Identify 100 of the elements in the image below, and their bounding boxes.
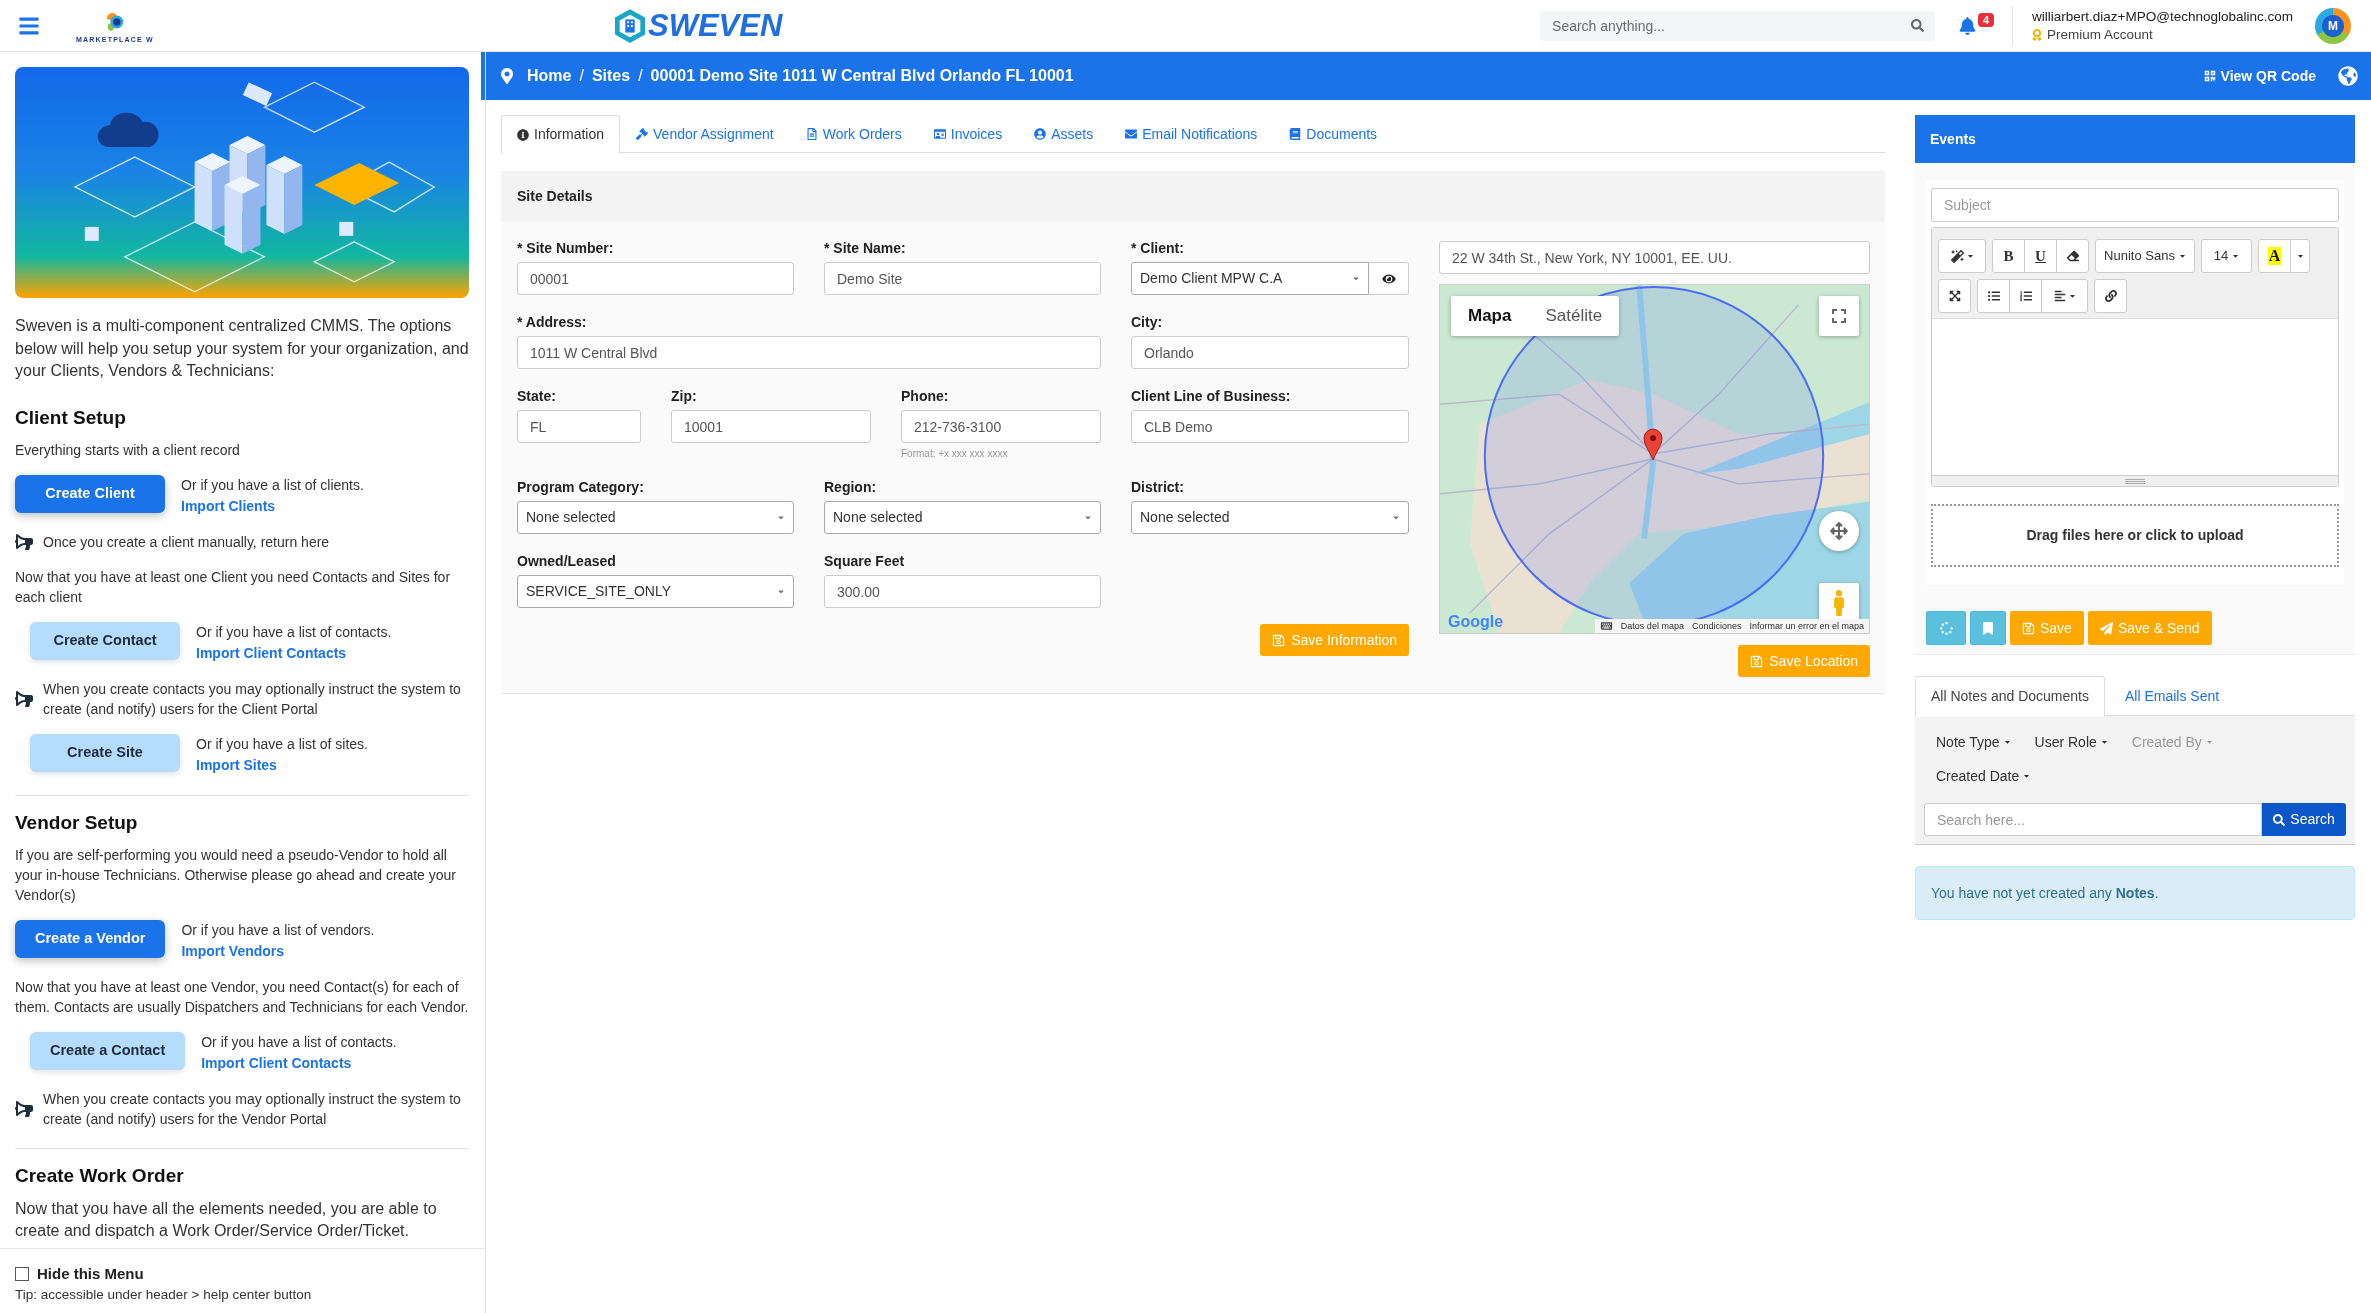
text-field[interactable]: 00001 <box>517 262 794 295</box>
color-menu-button[interactable] <box>2290 239 2310 273</box>
caret-icon <box>2232 252 2240 260</box>
search-icon <box>1911 19 1925 32</box>
tab[interactable]: Assets <box>1018 115 1110 153</box>
field-label: Client Line of Business: <box>1131 388 1292 405</box>
breadcrumb-separator: / <box>579 66 584 86</box>
caret-icon <box>2023 772 2031 780</box>
book-icon <box>1289 128 1302 140</box>
help-text: Now that you have at least one Vendor, you need Contact(s) for each of them. Contacts are usually Dispatchers and Technicians for each Vendor. <box>15 977 469 1017</box>
map-type-tab[interactable]: Mapa <box>1451 296 1529 336</box>
filter-dropdown[interactable]: Created Date <box>1924 759 2043 793</box>
notifications-button[interactable]: 4 <box>1959 9 2002 42</box>
align-dropdown[interactable] <box>2041 279 2088 313</box>
search-button[interactable]: Search <box>2262 803 2346 836</box>
subject-field[interactable]: Subject <box>1931 188 2339 222</box>
highlight-button[interactable]: A <box>2258 239 2291 273</box>
filter-dropdown[interactable]: User Role <box>2022 725 2120 759</box>
font-dropdown[interactable]: Nunito Sans <box>2095 239 2195 273</box>
fullscreen-button[interactable] <box>1938 279 1971 313</box>
resize-handle[interactable] <box>1932 475 2338 486</box>
style-dropdown[interactable] <box>1938 239 1986 273</box>
tab[interactable]: Invoices <box>917 115 1019 153</box>
text-field[interactable]: 10001 <box>671 410 871 443</box>
filter-dropdown[interactable]: Note Type <box>1924 725 2023 759</box>
text-field[interactable]: Orlando <box>1131 336 1409 369</box>
dropdown[interactable]: SERVICE_SITE_ONLY <box>517 575 794 608</box>
field-label: Owned/Leased <box>517 553 617 570</box>
breadcrumb-link[interactable]: Home <box>527 64 572 88</box>
eraser-icon <box>2066 250 2079 262</box>
create-button[interactable]: Create a Vendor <box>15 919 166 958</box>
dropdown[interactable]: Demo Client MPW C.A <box>1131 262 1369 295</box>
clear-format-button[interactable] <box>2056 239 2089 273</box>
tab[interactable]: All Emails Sent <box>2104 676 2240 716</box>
create-button[interactable]: Create Contact <box>30 621 180 660</box>
text-field[interactable]: CLB Demo <box>1131 410 1409 443</box>
checkbox[interactable] <box>15 1267 29 1281</box>
tab[interactable]: Vendor Assignment <box>620 115 790 153</box>
caret-icon <box>777 513 785 522</box>
bullet-list-button[interactable] <box>1977 279 2010 313</box>
map-type-tab[interactable]: Satélite <box>1528 296 1620 336</box>
globe-icon <box>2338 66 2358 86</box>
grip-icon <box>2125 478 2145 484</box>
notice-text: When you create contacts you may optionally instruct the system to create (and notify) users for the Client Portal <box>43 679 462 719</box>
field-label: Region: <box>824 479 878 496</box>
import-link[interactable]: Import Client Contacts <box>196 642 392 664</box>
create-button[interactable]: Create Client <box>15 474 165 513</box>
create-button[interactable]: Create Site <box>30 733 180 772</box>
import-link[interactable]: Import Client Contacts <box>201 1052 397 1074</box>
dropdown[interactable]: None selected <box>824 501 1101 534</box>
address-field[interactable]: 22 W 34th St., New York, NY 10001, EE. UU. <box>1439 241 1870 274</box>
text-field[interactable]: 212-736-3100 <box>901 410 1101 443</box>
caret-icon <box>2068 292 2076 300</box>
id-card-icon <box>933 128 946 140</box>
text-field[interactable]: Demo Site <box>824 262 1101 295</box>
qr-code-link[interactable]: View QR Code <box>2203 65 2316 87</box>
link-button[interactable] <box>2094 279 2127 313</box>
search-field[interactable]: Search anything... <box>1540 10 1901 41</box>
text-field[interactable]: 1011 W Central Blvd <box>517 336 1101 369</box>
tab[interactable]: Work Orders <box>789 115 918 153</box>
map-drawing[interactable]: Mapa Satélite Google Datos del mapa Condiciones Informar un error en el mapa <box>1439 284 1870 634</box>
import-link[interactable]: Import Clients <box>181 495 364 517</box>
dropdown[interactable]: None selected <box>1131 501 1409 534</box>
avatar[interactable]: M <box>2315 7 2351 44</box>
numbered-list-button[interactable] <box>2009 279 2042 313</box>
underline-button[interactable]: U <box>2024 239 2057 273</box>
bold-button[interactable]: B <box>1992 239 2025 273</box>
expand-arrows-icon <box>1948 290 1961 302</box>
numbered-list-icon <box>2019 290 2032 302</box>
panel-header: Site Details <box>501 171 1885 222</box>
field-label: * Client: <box>1131 240 1185 257</box>
breadcrumb-link[interactable]: Sites <box>591 64 631 88</box>
map-pin-icon <box>501 68 513 84</box>
tab[interactable]: Information <box>501 115 621 154</box>
search-button[interactable] <box>1900 10 1936 41</box>
tab[interactable]: All Notes and Documents <box>1915 676 2105 717</box>
field-label: * Address: <box>517 314 588 331</box>
search-field[interactable]: Search here... <box>1924 803 2262 836</box>
view-button[interactable] <box>1369 262 1409 295</box>
text-field[interactable]: FL <box>517 410 641 443</box>
upload-dropzone[interactable]: Drag files here or click to upload <box>1931 504 2339 567</box>
map-attribution-link[interactable]: Informar un error en el mapa <box>1749 620 1864 632</box>
caret-icon <box>2178 252 2186 260</box>
tab[interactable]: Email Notifications <box>1109 115 1274 153</box>
save-icon <box>1272 633 1286 647</box>
notice-text: When you create contacts you may optionally instruct the system to create (and notify) users for the Vendor Portal <box>43 1089 462 1129</box>
text-field[interactable]: 300.00 <box>824 575 1101 608</box>
dropdown[interactable]: None selected <box>517 501 794 534</box>
fullscreen-icon <box>1831 308 1847 324</box>
create-button[interactable]: Create a Contact <box>30 1031 186 1070</box>
megaphone-icon <box>15 533 33 550</box>
import-link[interactable]: Import Sites <box>196 754 368 776</box>
font-size-dropdown[interactable]: 14 <box>2201 239 2252 273</box>
import-link[interactable]: Import Vendors <box>181 940 375 962</box>
fullscreen-button[interactable] <box>1819 296 1859 336</box>
field-label: Program Category: <box>517 479 645 496</box>
scrollbar-thumb[interactable] <box>481 52 485 100</box>
map-attribution-link[interactable]: Datos del mapa <box>1620 620 1684 632</box>
map-attribution-link[interactable]: Condiciones <box>1691 620 1742 632</box>
tab[interactable]: Documents <box>1273 115 1394 153</box>
